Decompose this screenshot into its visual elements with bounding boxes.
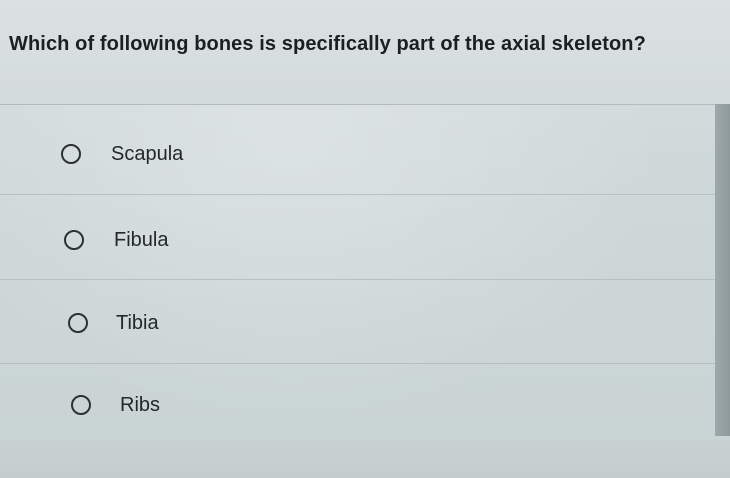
question-panel: Which of following bones is specifically… xyxy=(0,0,730,105)
radio-button-icon[interactable] xyxy=(61,144,81,164)
answer-options: Scapula Fibula Tibia Ribs xyxy=(0,104,722,446)
scrollbar-track[interactable] xyxy=(715,104,730,436)
quiz-screen: Which of following bones is specifically… xyxy=(0,0,730,478)
answer-label[interactable]: Scapula xyxy=(111,143,183,166)
answer-option-tibia[interactable]: Tibia xyxy=(0,280,722,364)
answer-option-scapula[interactable]: Scapula xyxy=(0,104,722,195)
answer-label[interactable]: Fibula xyxy=(114,229,168,252)
radio-button-icon[interactable] xyxy=(64,230,84,250)
question-text: Which of following bones is specifically… xyxy=(9,33,646,55)
answer-label[interactable]: Tibia xyxy=(116,312,159,335)
answer-option-fibula[interactable]: Fibula xyxy=(0,195,722,280)
radio-button-icon[interactable] xyxy=(71,395,91,415)
bottom-area xyxy=(0,440,730,478)
radio-button-icon[interactable] xyxy=(68,313,88,333)
answer-option-ribs[interactable]: Ribs xyxy=(0,364,722,446)
answer-label[interactable]: Ribs xyxy=(120,394,160,417)
